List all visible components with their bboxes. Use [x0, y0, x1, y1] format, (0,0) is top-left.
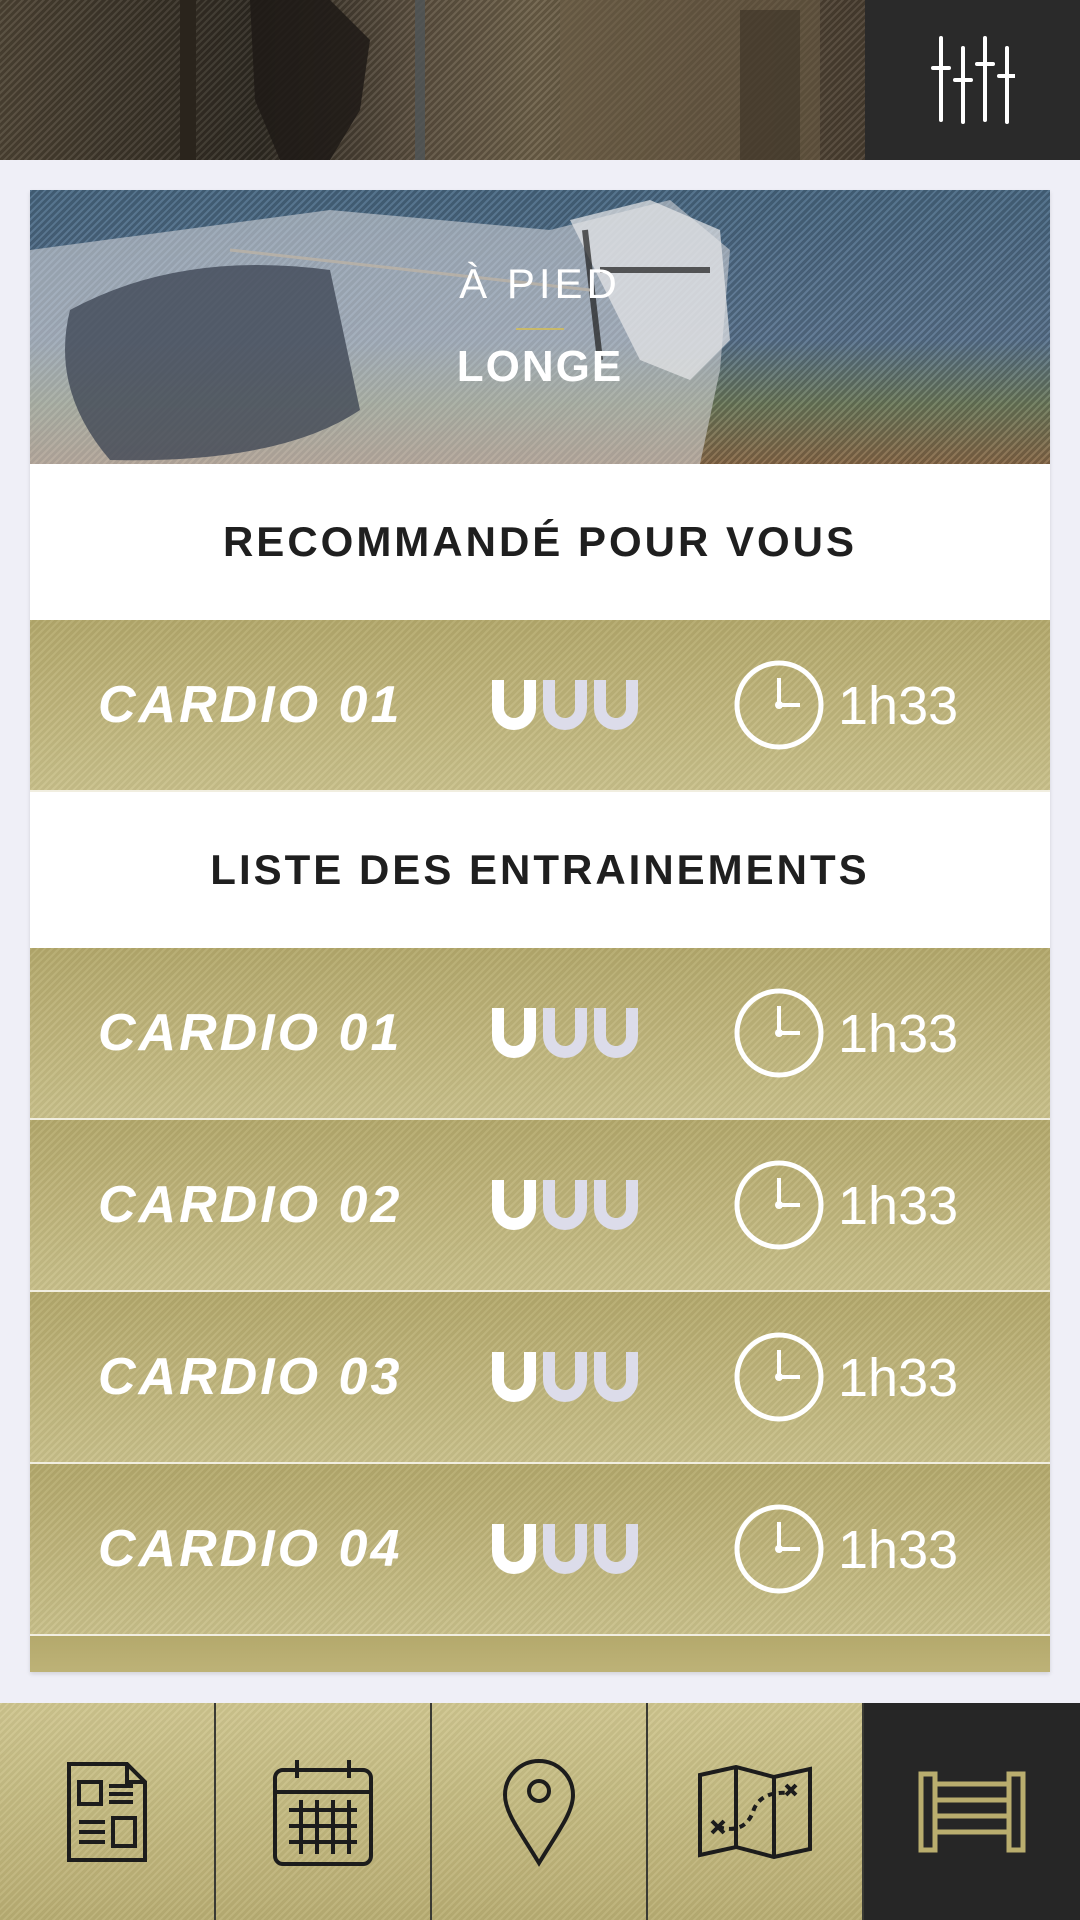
horseshoe-icon — [594, 1524, 638, 1574]
discipline-hero: À PIED LONGE — [30, 190, 1050, 464]
training-name: CARDIO 04 — [98, 1520, 403, 1578]
nav-tab-fence[interactable] — [864, 1703, 1080, 1920]
map-pin-icon — [502, 1758, 576, 1867]
training-duration: 1h33 — [838, 1004, 959, 1064]
difficulty-rating — [490, 1350, 640, 1404]
training-row[interactable]: CARDIO 02 1h33 — [30, 1120, 1050, 1292]
fence-icon — [918, 1771, 1026, 1852]
horse-hero-image — [30, 200, 730, 464]
difficulty-rating — [490, 678, 640, 732]
horseshoe-icon — [492, 680, 536, 730]
difficulty-rating — [490, 1178, 640, 1232]
horseshoe-icon — [594, 1180, 638, 1230]
hero-divider — [516, 328, 564, 330]
sliders-icon — [930, 36, 1015, 124]
horseshoe-icon — [492, 1524, 536, 1574]
difficulty-rating — [490, 1006, 640, 1060]
training-duration: 1h33 — [838, 1520, 959, 1580]
nav-tab-location[interactable] — [432, 1703, 648, 1920]
training-duration: 1h33 — [838, 676, 959, 736]
horseshoe-icon — [543, 1180, 587, 1230]
calendar-icon — [273, 1759, 373, 1866]
horseshoe-icon — [543, 1352, 587, 1402]
training-name: CARDIO 02 — [98, 1176, 403, 1234]
document-icon — [67, 1761, 147, 1862]
horseshoe-icon — [594, 1352, 638, 1402]
horseshoe-icon — [594, 680, 638, 730]
training-row-partial[interactable] — [30, 1636, 1050, 1672]
nav-tab-documents[interactable] — [0, 1703, 216, 1920]
recommended-training-row[interactable]: CARDIO 01 1h33 — [30, 620, 1050, 792]
bottom-nav — [0, 1703, 1080, 1920]
training-row[interactable]: CARDIO 01 1h33 — [30, 948, 1050, 1120]
clock-icon — [734, 1160, 824, 1250]
top-header — [0, 0, 1080, 160]
section-list-heading: LISTE DES ENTRAINEMENTS — [30, 792, 1050, 948]
horseshoe-icon — [492, 1180, 536, 1230]
difficulty-rating — [490, 1522, 640, 1576]
nav-tab-calendar[interactable] — [216, 1703, 432, 1920]
clock-icon — [734, 1504, 824, 1594]
stable-horse-image — [180, 0, 820, 160]
header-photo — [0, 0, 865, 160]
horseshoe-icon — [543, 680, 587, 730]
hero-category: À PIED — [459, 260, 621, 307]
section-recommended-heading: RECOMMANDÉ POUR VOUS — [30, 464, 1050, 620]
training-duration: 1h33 — [838, 1348, 959, 1408]
training-duration: 1h33 — [838, 1176, 959, 1236]
horseshoe-icon — [543, 1008, 587, 1058]
training-name: CARDIO 03 — [98, 1348, 403, 1406]
training-row[interactable]: CARDIO 04 1h33 — [30, 1464, 1050, 1636]
horseshoe-icon — [594, 1008, 638, 1058]
horseshoe-icon — [543, 1524, 587, 1574]
training-card: À PIED LONGE RECOMMANDÉ POUR VOUS CARDIO… — [30, 190, 1050, 1672]
hero-title: LONGE — [456, 342, 624, 391]
horseshoe-icon — [492, 1008, 536, 1058]
training-name: CARDIO 01 — [98, 1004, 403, 1062]
map-icon — [698, 1764, 812, 1859]
clock-icon — [734, 1332, 824, 1422]
clock-icon — [734, 988, 824, 1078]
clock-icon — [734, 660, 824, 750]
horseshoe-icon — [492, 1352, 536, 1402]
training-name: CARDIO 01 — [98, 676, 403, 734]
training-row[interactable]: CARDIO 03 1h33 — [30, 1292, 1050, 1464]
filter-button[interactable] — [865, 0, 1080, 160]
nav-tab-map[interactable] — [648, 1703, 864, 1920]
